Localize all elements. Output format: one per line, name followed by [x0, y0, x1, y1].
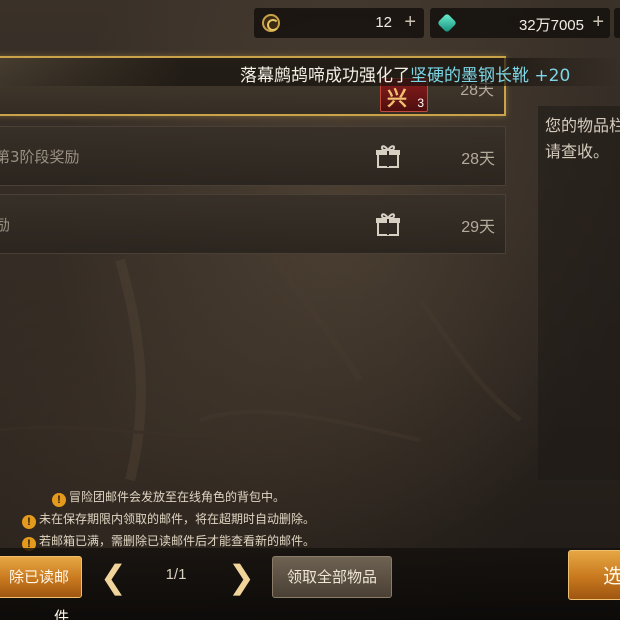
- gift-icon: [376, 213, 400, 236]
- notification-text: 落幕鹧鸪啼成功强化了坚硬的墨钢长靴 +20: [240, 61, 570, 86]
- item-count: 3: [417, 96, 424, 110]
- add-gem-button[interactable]: +: [592, 11, 604, 33]
- item-glyph: 兴: [387, 86, 407, 110]
- notice-text: 若邮箱已满，需删除已读邮件后才能查看新的邮件。: [39, 534, 316, 548]
- select-button[interactable]: 选: [568, 550, 620, 600]
- mail-title: 第3阶段奖励: [0, 148, 80, 166]
- notice-text: 冒险团邮件会发放至在线角色的背包中。: [69, 490, 286, 504]
- notification-prefix: 落幕鹧鸪啼成功强化了: [240, 66, 410, 86]
- add-gold-button[interactable]: +: [404, 11, 416, 33]
- mail-expiry-days: 29天: [461, 219, 495, 236]
- delete-read-mail-button[interactable]: 除已读邮件: [0, 556, 82, 620]
- mail-item[interactable]: 励 29天: [0, 194, 506, 254]
- gold-coin-icon: [262, 14, 280, 32]
- detail-line: 您的物品栏: [545, 116, 620, 135]
- mail-item[interactable]: 第3阶段奖励 28天: [0, 126, 506, 186]
- gift-icon: [376, 145, 400, 168]
- mail-expiry-days: 28天: [461, 151, 495, 168]
- page-indicator: 1/1: [165, 566, 187, 583]
- gold-currency: 12 +: [254, 8, 424, 38]
- notice-line: ! 冒险团邮件会发放至在线角色的背包中。: [52, 488, 285, 507]
- mail-title: 励: [0, 216, 11, 234]
- menu-button[interactable]: [614, 8, 620, 38]
- mail-detail-text: 您的物品栏 请查收。: [545, 113, 620, 165]
- prev-page-arrow-icon[interactable]: ❮: [100, 560, 127, 594]
- enhance-notification: 落幕鹧鸪啼成功强化了坚硬的墨钢长靴 +20: [0, 58, 620, 86]
- warning-icon: !: [52, 493, 66, 507]
- gem-currency: 32万7005 +: [430, 8, 610, 38]
- notice-line: ! 未在保存期限内领取的邮件，将在超期时自动删除。: [22, 510, 315, 529]
- detail-line: 请查收。: [545, 142, 610, 161]
- claim-all-items-button[interactable]: 领取全部物品: [272, 556, 392, 598]
- notice-text: 未在保存期限内领取的邮件，将在超期时自动删除。: [39, 512, 316, 526]
- gem-icon: [437, 13, 457, 33]
- gem-value: 32万7005: [518, 17, 584, 34]
- next-page-arrow-icon[interactable]: ❯: [228, 560, 255, 594]
- notification-item-name: 坚硬的墨钢长靴 +20: [410, 66, 571, 86]
- gold-value: 12: [375, 14, 392, 31]
- warning-icon: !: [22, 515, 36, 529]
